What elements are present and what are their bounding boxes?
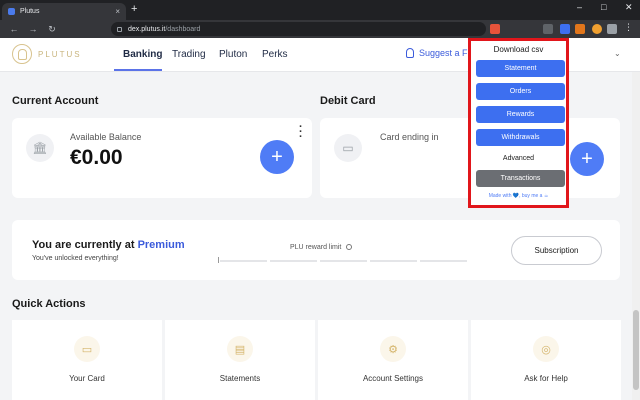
quick-action-ask-for-help[interactable]: ◎ [471, 320, 621, 400]
debit-card-heading: Debit Card [320, 95, 376, 107]
more-options-icon[interactable]: · · · [299, 122, 303, 143]
add-card-button[interactable]: + [570, 142, 604, 176]
balance-value: €0.00 [70, 146, 123, 169]
premium-tier: Premium [137, 239, 185, 251]
puzzle-extensions-icon[interactable] [607, 24, 617, 34]
gear-icon: ⚙ [380, 336, 406, 362]
extension-icon[interactable] [543, 24, 553, 34]
nav-pluton[interactable]: Pluton [219, 49, 247, 60]
info-icon[interactable] [346, 244, 353, 251]
quick-action-label: Statements [219, 374, 261, 383]
tab-close-icon[interactable]: × [115, 7, 120, 16]
download-csv-popup: Download csv Statement Orders Rewards Wi… [468, 38, 569, 208]
tab-title: Plutus [20, 8, 40, 15]
reward-segment [370, 260, 417, 262]
premium-subtitle: You've unlocked everything! [32, 255, 119, 262]
reward-segment [270, 260, 317, 262]
lock-icon [117, 26, 122, 32]
lightbulb-icon [406, 48, 414, 58]
plutus-logo-icon [12, 44, 32, 64]
scrollbar-thumb[interactable] [633, 310, 639, 390]
url-path: /dashboard [165, 25, 201, 33]
active-nav-indicator [114, 69, 162, 71]
back-icon[interactable]: ← [9, 24, 19, 34]
plutus-extension-icon[interactable] [560, 24, 570, 34]
browser-toolbar: ← → ↻ dex.plutus.it/dashboard ⋮ [0, 20, 640, 38]
card-ending-label: Card ending in [380, 132, 439, 142]
reward-limit-marker [218, 257, 219, 263]
reward-segment [420, 260, 467, 262]
card-icon: ▭ [74, 336, 100, 362]
nav-perks[interactable]: Perks [262, 49, 288, 60]
advanced-label: Advanced [502, 155, 535, 162]
logo-text: PLUTUS [38, 49, 82, 59]
new-tab-button[interactable]: + [131, 3, 137, 15]
menu-icon[interactable]: ⋮ [624, 22, 634, 32]
nav-trading[interactable]: Trading [172, 49, 206, 60]
plutus-logo[interactable]: PLUTUS [12, 44, 82, 64]
available-balance-label: Available Balance [70, 132, 142, 142]
chevron-down-icon[interactable]: ⌄ [614, 49, 621, 58]
quick-action-your-card[interactable]: ▭ [12, 320, 162, 400]
browser-tab[interactable]: Plutus × [2, 3, 126, 20]
suggest-label: Suggest a F [419, 48, 468, 58]
quick-action-label: Your Card [69, 374, 105, 383]
maximize-icon[interactable]: □ [601, 2, 606, 12]
reward-segment [320, 260, 367, 262]
document-icon: ▤ [227, 336, 253, 362]
forward-icon[interactable]: → [28, 24, 38, 34]
metamask-icon[interactable] [575, 24, 585, 34]
download-rewards-button[interactable]: Rewards [476, 106, 565, 123]
reload-icon[interactable]: ↻ [47, 24, 57, 35]
address-bar[interactable]: dex.plutus.it/dashboard [111, 22, 486, 36]
quick-action-account-settings[interactable]: ⚙ [318, 320, 468, 400]
download-statement-button[interactable]: Statement [476, 60, 565, 77]
made-with-link[interactable]: Made with 💙, buy me a ☕ [471, 193, 566, 199]
quick-action-label: Account Settings [362, 374, 424, 383]
brave-shield-icon[interactable] [490, 24, 500, 34]
current-account-card: 🏛 Available Balance €0.00 · · · + [12, 118, 312, 198]
premium-title-prefix: You are currently at [32, 239, 138, 251]
download-orders-button[interactable]: Orders [476, 83, 565, 100]
cookie-extension-icon[interactable] [592, 24, 602, 34]
nav-banking[interactable]: Banking [123, 49, 162, 60]
reward-limit-label: PLU reward limit [290, 244, 353, 251]
subscription-button[interactable]: Subscription [511, 236, 602, 265]
close-window-icon[interactable]: ✕ [625, 2, 633, 13]
download-withdrawals-button[interactable]: Withdrawals [476, 129, 565, 146]
card-icon: ▭ [334, 134, 362, 162]
url-host: dex.plutus.it [128, 25, 166, 33]
reward-limit-text: PLU reward limit [290, 244, 342, 251]
minimize-icon[interactable]: – [577, 2, 582, 12]
bank-icon: 🏛 [26, 134, 54, 162]
quick-action-statements[interactable]: ▤ [165, 320, 315, 400]
quick-actions-heading: Quick Actions [12, 298, 86, 310]
popup-title: Download csv [493, 45, 544, 54]
add-funds-button[interactable]: + [260, 140, 294, 174]
plutus-favicon-icon [8, 8, 15, 15]
quick-action-label: Ask for Help [524, 374, 568, 383]
suggest-feature-link[interactable]: Suggest a F [406, 48, 468, 58]
lifebuoy-icon: ◎ [533, 336, 559, 362]
premium-title: You are currently at Premium [32, 239, 185, 251]
current-account-heading: Current Account [12, 95, 99, 107]
reward-segment [220, 260, 267, 262]
download-transactions-button[interactable]: Transactions [476, 170, 565, 187]
browser-tabbar: Plutus × + – □ ✕ [0, 0, 640, 20]
